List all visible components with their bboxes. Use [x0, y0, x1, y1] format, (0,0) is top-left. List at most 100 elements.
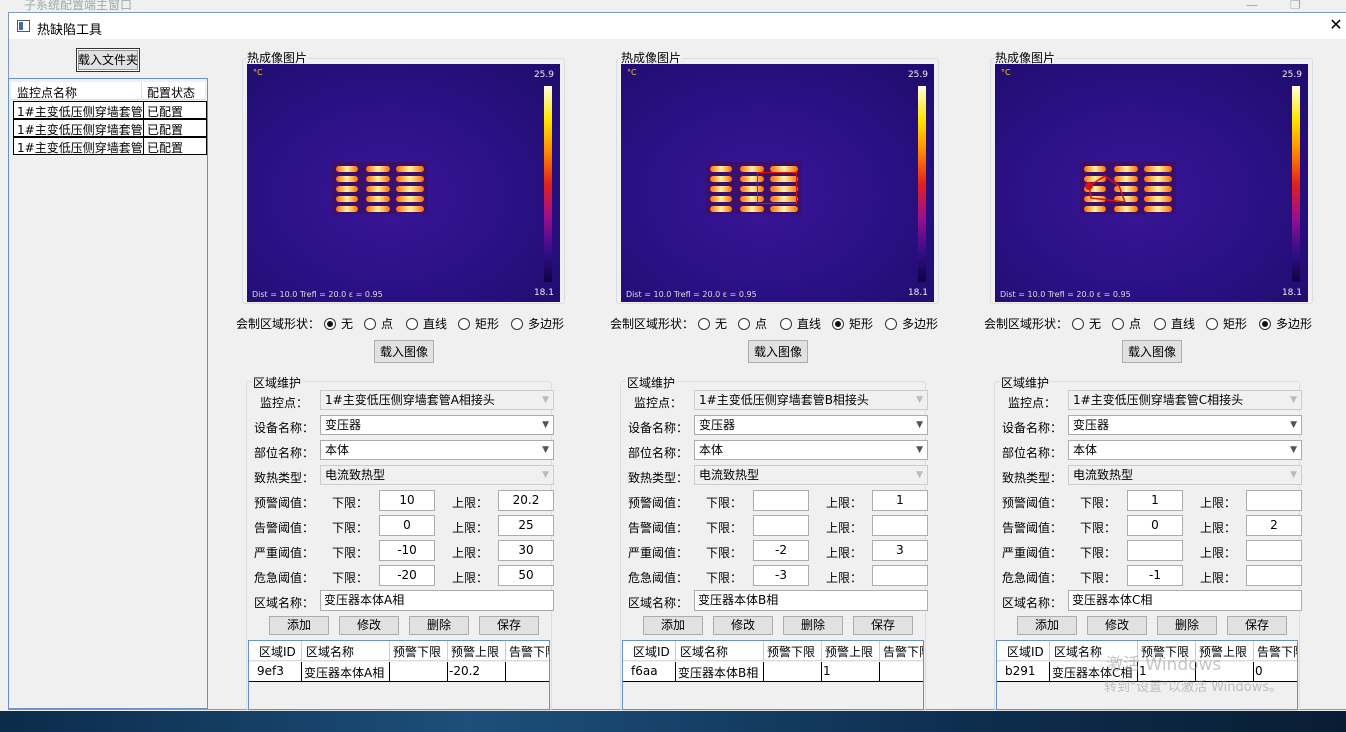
shape-option-rectangle[interactable]: 矩形 — [832, 315, 873, 330]
save-button[interactable]: 保存 — [479, 616, 539, 635]
cause-select[interactable]: 电流致热型 ▼ — [1068, 465, 1302, 485]
alarm-lower-input[interactable] — [753, 515, 809, 536]
column-divider[interactable] — [389, 641, 390, 661]
drawn-polygon[interactable] — [1075, 172, 1145, 212]
monitor-point-list[interactable]: 监控点名称 配置状态 1#主变低压侧穿墙套管 已配置 1#主变低压侧穿墙套管 已… — [8, 78, 208, 709]
alarm-lower-input[interactable]: 0 — [379, 515, 435, 536]
severe-lower-input[interactable]: -10 — [379, 540, 435, 561]
cause-select[interactable]: 电流致热型 ▼ — [320, 465, 554, 485]
column-divider[interactable] — [879, 641, 880, 661]
column-header-name[interactable]: 区域名称 — [306, 643, 354, 660]
column-divider[interactable] — [1049, 641, 1050, 661]
cause-select[interactable]: 电流致热型 ▼ — [694, 465, 928, 485]
load-image-button[interactable]: 载入图像 — [748, 340, 808, 363]
alarm-upper-input[interactable]: 2 — [1246, 515, 1302, 536]
alarm-upper-input[interactable]: 25 — [498, 515, 554, 536]
modify-button[interactable]: 修改 — [1087, 616, 1147, 635]
column-divider[interactable] — [141, 82, 142, 100]
add-button[interactable]: 添加 — [643, 616, 703, 635]
column-header-id[interactable]: 区域ID — [1007, 643, 1044, 660]
shape-option-line[interactable]: 直线 — [406, 315, 447, 330]
column-header-alarm-lower[interactable]: 告警下限 — [883, 643, 923, 660]
shape-option-none[interactable]: 无 — [698, 315, 727, 330]
column-divider[interactable] — [763, 641, 764, 661]
critical-lower-input[interactable]: -1 — [1127, 565, 1183, 586]
shape-option-none[interactable]: 无 — [324, 315, 353, 330]
warn-upper-input[interactable]: 1 — [872, 490, 928, 511]
part-select[interactable]: 本体 ▼ — [694, 440, 928, 460]
critical-lower-input[interactable]: -3 — [753, 565, 809, 586]
shape-option-point[interactable]: 点 — [364, 315, 393, 330]
warn-lower-input[interactable]: 10 — [379, 490, 435, 511]
part-select[interactable]: 本体 ▼ — [1068, 440, 1302, 460]
warn-lower-input[interactable]: 1 — [1127, 490, 1183, 511]
add-button[interactable]: 添加 — [269, 616, 329, 635]
monitor-select[interactable]: 1#主变低压侧穿墙套管A相接头 ▼ — [320, 390, 554, 410]
delete-button[interactable]: 删除 — [783, 616, 843, 635]
column-divider[interactable] — [675, 641, 676, 661]
shape-option-line[interactable]: 直线 — [780, 315, 821, 330]
shape-option-polygon[interactable]: 多边形 — [1259, 315, 1312, 330]
list-item[interactable]: 1#主变低压侧穿墙套管 已配置 — [13, 137, 207, 155]
shape-option-point[interactable]: 点 — [1112, 315, 1141, 330]
critical-upper-input[interactable] — [1246, 565, 1302, 586]
monitor-select[interactable]: 1#主变低压侧穿墙套管B相接头 ▼ — [694, 390, 928, 410]
load-image-button[interactable]: 载入图像 — [1122, 340, 1182, 363]
area-name-input[interactable]: 变压器本体B相 — [694, 590, 928, 611]
thermal-image[interactable]: °C 25.9 18.1 Dist = 10.0 Trefl = 20.0 ε … — [247, 64, 560, 302]
shape-option-line[interactable]: 直线 — [1154, 315, 1195, 330]
close-icon[interactable]: ✕ — [1326, 15, 1346, 35]
modify-button[interactable]: 修改 — [339, 616, 399, 635]
monitor-select[interactable]: 1#主变低压侧穿墙套管C相接头 ▼ — [1068, 390, 1302, 410]
column-divider[interactable] — [821, 641, 822, 661]
delete-button[interactable]: 删除 — [1157, 616, 1217, 635]
device-select[interactable]: 变压器 ▼ — [694, 415, 928, 435]
load-image-button[interactable]: 载入图像 — [374, 340, 434, 363]
shape-option-polygon[interactable]: 多边形 — [885, 315, 938, 330]
alarm-upper-input[interactable] — [872, 515, 928, 536]
thermal-image[interactable]: °C 25.9 18.1 Dist = 10.0 Trefl = 20.0 ε … — [621, 64, 934, 302]
severe-lower-input[interactable] — [1127, 540, 1183, 561]
delete-button[interactable]: 删除 — [409, 616, 469, 635]
thermal-image[interactable]: °C 25.9 18.1 Dist = 10.0 Trefl = 20.0 ε … — [995, 64, 1308, 302]
severe-upper-input[interactable]: 3 — [872, 540, 928, 561]
list-item[interactable]: 1#主变低压侧穿墙套管 已配置 — [13, 101, 207, 119]
table-row[interactable]: 9ef3 变压器本体A相 -20.2 — [249, 662, 549, 682]
shape-option-rectangle[interactable]: 矩形 — [458, 315, 499, 330]
device-select[interactable]: 变压器 ▼ — [1068, 415, 1302, 435]
shape-option-rectangle[interactable]: 矩形 — [1206, 315, 1247, 330]
area-grid[interactable]: 区域ID 区域名称 预警下限 预警上限 告警下限 f6aa 变压器本体B相 1 — [622, 640, 924, 710]
device-select[interactable]: 变压器 ▼ — [320, 415, 554, 435]
column-divider[interactable] — [301, 641, 302, 661]
column-header-warn-upper[interactable]: 预警上限 — [451, 643, 499, 660]
critical-lower-input[interactable]: -20 — [379, 565, 435, 586]
area-name-input[interactable]: 变压器本体A相 — [320, 590, 554, 611]
column-header-alarm-lower[interactable]: 告警下限 — [1257, 643, 1297, 660]
area-grid[interactable]: 区域ID 区域名称 预警下限 预警上限 告警下限 9ef3 变压器本体A相 -2… — [248, 640, 550, 710]
column-divider[interactable] — [505, 641, 506, 661]
critical-upper-input[interactable] — [872, 565, 928, 586]
warn-upper-input[interactable] — [1246, 490, 1302, 511]
severe-upper-input[interactable] — [1246, 540, 1302, 561]
modify-button[interactable]: 修改 — [713, 616, 773, 635]
column-header-warn-lower[interactable]: 预警下限 — [393, 643, 441, 660]
column-header-warn-lower[interactable]: 预警下限 — [767, 643, 815, 660]
column-divider[interactable] — [1253, 641, 1254, 661]
save-button[interactable]: 保存 — [1227, 616, 1287, 635]
warn-upper-input[interactable]: 20.2 — [498, 490, 554, 511]
column-header-warn-upper[interactable]: 预警上限 — [825, 643, 873, 660]
load-folder-button[interactable]: 载入文件夹 — [76, 48, 140, 72]
critical-upper-input[interactable]: 50 — [498, 565, 554, 586]
column-header-name[interactable]: 监控点名称 — [17, 84, 77, 101]
severe-upper-input[interactable]: 30 — [498, 540, 554, 561]
alarm-lower-input[interactable]: 0 — [1127, 515, 1183, 536]
column-divider[interactable] — [447, 641, 448, 661]
drawn-rectangle[interactable] — [757, 172, 797, 204]
severe-lower-input[interactable]: -2 — [753, 540, 809, 561]
column-header-status[interactable]: 配置状态 — [147, 84, 195, 101]
column-header-id[interactable]: 区域ID — [259, 643, 296, 660]
column-header-name[interactable]: 区域名称 — [1054, 643, 1102, 660]
warn-lower-input[interactable] — [753, 490, 809, 511]
area-name-input[interactable]: 变压器本体C相 — [1068, 590, 1302, 611]
part-select[interactable]: 本体 ▼ — [320, 440, 554, 460]
